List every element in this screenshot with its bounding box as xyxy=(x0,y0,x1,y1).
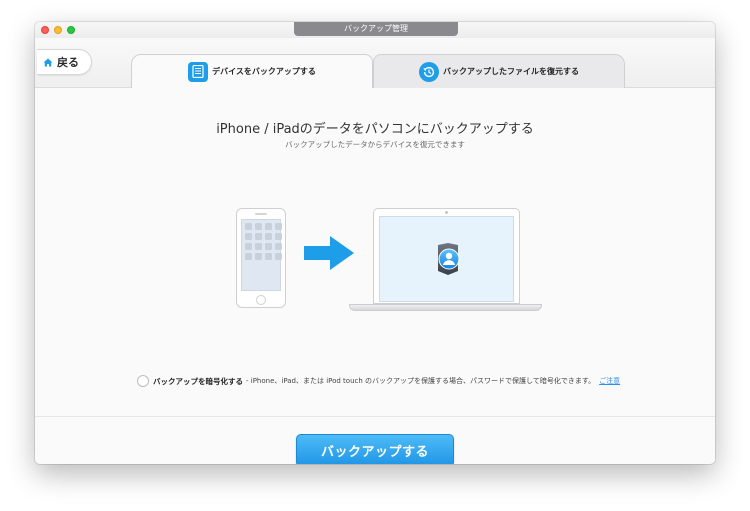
toolbar: 戻る デバイスをバックアップする バックアップしたファイルを復元する xyxy=(35,38,715,88)
minimize-window-button[interactable] xyxy=(54,26,62,34)
tab-backup-device-label: デバイスをバックアップする xyxy=(212,67,316,76)
tab-restore-backup[interactable]: バックアップしたファイルを復元する xyxy=(373,54,625,88)
close-window-button[interactable] xyxy=(41,26,49,34)
zoom-window-button[interactable] xyxy=(67,26,75,34)
caution-link[interactable]: ご注意 xyxy=(599,376,620,386)
tab-restore-backup-label: バックアップしたファイルを復元する xyxy=(443,67,579,76)
title-bar: バックアップ管理 xyxy=(35,22,715,38)
footer-divider xyxy=(35,416,715,417)
encrypt-backup-checkbox[interactable] xyxy=(137,375,149,387)
encrypt-option: バックアップを暗号化する - iPhone、iPad、または iPod touc… xyxy=(137,374,697,388)
backup-button[interactable]: バックアップする xyxy=(296,434,454,464)
encrypt-description: - iPhone、iPad、または iPod touch のバックアップを保護す… xyxy=(246,377,596,385)
page-title: iPhone / iPadのデータをパソコンにバックアップする xyxy=(216,122,534,137)
right-arrow-icon xyxy=(304,236,354,270)
tab-backup-device[interactable]: デバイスをバックアップする xyxy=(131,54,373,88)
document-icon xyxy=(188,61,209,82)
encrypt-backup-label[interactable]: バックアップを暗号化する xyxy=(153,376,243,387)
page-subtitle: バックアップしたデータからデバイスを復元できます xyxy=(285,140,465,149)
home-icon xyxy=(43,58,53,66)
iphone-icon xyxy=(236,208,286,308)
app-logo-icon xyxy=(438,243,460,275)
back-button[interactable]: 戻る xyxy=(37,49,92,75)
back-button-label: 戻る xyxy=(57,56,79,69)
restore-clock-icon xyxy=(419,61,439,82)
main-content: iPhone / iPadのデータをパソコンにバックアップする バックアップした… xyxy=(35,88,715,464)
laptop-icon xyxy=(373,208,520,304)
app-window: バックアップ管理 戻る デバイスをバックアップする バックアップしたファイルを復… xyxy=(35,22,715,464)
laptop-base xyxy=(349,304,542,311)
window-title: バックアップ管理 xyxy=(294,22,458,36)
